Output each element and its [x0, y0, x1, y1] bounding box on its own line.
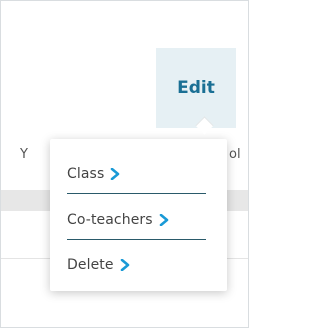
occluded-text-right: ol [229, 147, 241, 162]
edit-button[interactable]: Edit [156, 48, 236, 128]
menu-item-delete[interactable]: Delete [67, 249, 206, 281]
menu-item-label: Co-teachers [67, 212, 153, 228]
menu-item-label: Class [67, 166, 105, 182]
menu-item-class[interactable]: Class [67, 155, 206, 194]
edit-dropdown-menu: Class Co-teachers Delete [50, 139, 227, 291]
menu-item-co-teachers[interactable]: Co-teachers [67, 201, 206, 240]
chevron-right-icon [159, 214, 168, 226]
occluded-text-left: Y [20, 147, 28, 162]
chevron-right-icon [111, 168, 120, 180]
edit-button-label: Edit [177, 78, 215, 98]
menu-item-label: Delete [67, 257, 114, 273]
chevron-right-icon [120, 259, 129, 271]
